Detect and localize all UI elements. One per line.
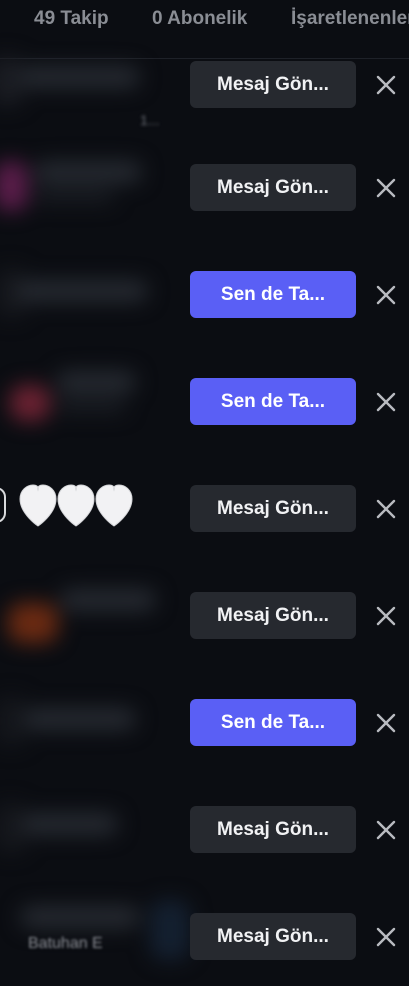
close-icon[interactable]	[374, 390, 398, 414]
message-button[interactable]: Mesaj Gön...	[190, 806, 356, 853]
follow-back-button[interactable]: Sen de Ta...	[190, 271, 356, 318]
user-info-blurred	[0, 559, 180, 665]
message-button[interactable]: Mesaj Gön...	[190, 485, 356, 532]
close-icon[interactable]	[374, 818, 398, 842]
close-icon[interactable]	[374, 711, 398, 735]
list-item: Mesaj Gön...	[0, 880, 409, 986]
user-info-blurred	[0, 345, 180, 451]
list-item: Mesaj Gön...	[0, 559, 409, 665]
list-item: Mesaj Gön...	[0, 773, 409, 879]
close-icon[interactable]	[374, 497, 398, 521]
list-item: Mesaj Gön...	[0, 131, 409, 237]
user-info-blurred	[0, 773, 180, 879]
list-item: 1... Mesaj Gön...	[0, 28, 409, 134]
list-item: Sen de Ta...	[0, 345, 409, 451]
follow-back-button[interactable]: Sen de Ta...	[190, 378, 356, 425]
user-info-blurred	[0, 238, 180, 344]
user-subtext: 1...	[140, 112, 160, 128]
list-item: Sen de Ta...	[0, 238, 409, 344]
user-info-blurred	[0, 880, 190, 986]
close-icon[interactable]	[374, 604, 398, 628]
user-info-blurred	[0, 131, 180, 237]
username: Batuhan E	[28, 935, 103, 952]
message-button[interactable]: Mesaj Gön...	[190, 164, 356, 211]
user-info-blurred	[0, 666, 180, 772]
message-button[interactable]: Mesaj Gön...	[190, 913, 356, 960]
white-hearts-icon	[19, 484, 133, 527]
message-button[interactable]: Mesaj Gön...	[190, 592, 356, 639]
close-icon[interactable]	[374, 925, 398, 949]
tab-subscriptions[interactable]: 0 Abonelik	[152, 8, 247, 30]
tab-following[interactable]: 49 Takip	[34, 8, 109, 30]
follow-back-button[interactable]: Sen de Ta...	[190, 699, 356, 746]
list-item: Sen de Ta...	[0, 666, 409, 772]
tab-marked[interactable]: İşaretlenenler	[291, 8, 409, 30]
close-icon[interactable]	[374, 73, 398, 97]
message-button[interactable]: Mesaj Gön...	[190, 61, 356, 108]
close-icon[interactable]	[374, 283, 398, 307]
close-icon[interactable]	[374, 176, 398, 200]
